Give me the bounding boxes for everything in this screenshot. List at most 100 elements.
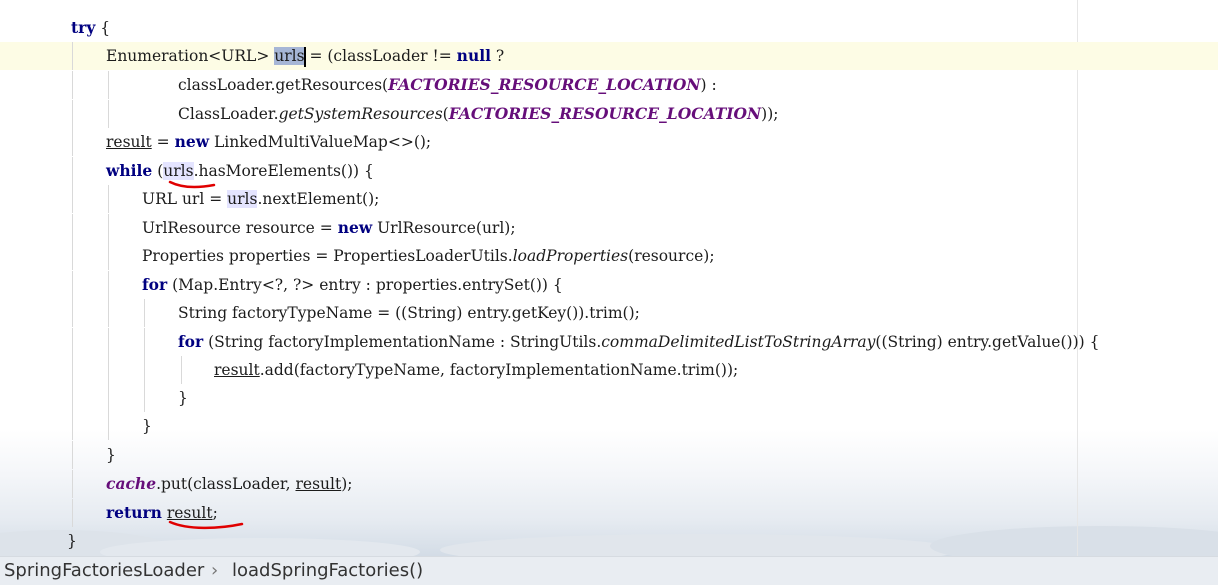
code-text: } [178,389,188,407]
indent-guide [72,128,73,156]
code-line-12[interactable]: for (String factoryImplementationName : … [0,328,1218,356]
code-text: .hasMoreElements()) { [193,162,374,180]
code-text: ? [491,47,505,65]
breadcrumb-separator-icon: › [211,560,219,581]
constant: FACTORIES_RESOURCE_LOCATION [448,104,762,123]
keyword: try [71,18,96,37]
indent-guide [72,412,73,440]
indent-guide [108,412,109,440]
reassigned-variable: result [295,475,342,493]
code-text: UrlResource(url); [372,219,516,237]
static-method: getSystemResources [278,105,443,123]
indent-guide [108,384,109,412]
code-line-5[interactable]: result = new LinkedMultiValueMap<>(); [0,128,1218,156]
indent-guide [108,185,109,213]
code-editor[interactable]: try { Enumeration<URL> urls = (classLoad… [0,0,1218,556]
code-line-17[interactable]: cache.put(classLoader, result); [0,470,1218,498]
code-text: ); [341,475,353,493]
code-line-11[interactable]: String factoryTypeName = ((String) entry… [0,299,1218,327]
static-field: cache [106,474,157,493]
code-text: )); [761,105,779,123]
indent-guide [108,271,109,299]
indent-guide [181,356,182,384]
indent-guide [72,299,73,327]
keyword: return [106,503,162,522]
code-text: .put(classLoader, [156,475,296,493]
static-method: loadProperties [512,247,629,265]
keyword: null [456,46,491,65]
code-text: = [151,133,175,151]
code-text: ClassLoader. [178,105,279,123]
code-line-4[interactable]: ClassLoader.getSystemResources(FACTORIES… [0,100,1218,128]
indent-guide [108,100,109,128]
code-text: ( [152,162,164,180]
code-text: } [106,446,116,464]
breadcrumb-class[interactable]: SpringFactoriesLoader [4,557,204,585]
keyword: new [174,132,210,151]
code-text: { [95,19,111,37]
code-line-15[interactable]: } [0,412,1218,440]
keyword: for [142,275,168,294]
indent-guide [72,214,73,242]
constant: FACTORIES_RESOURCE_LOCATION [388,75,701,94]
code-line-9[interactable]: Properties properties = PropertiesLoader… [0,242,1218,270]
code-line-8[interactable]: UrlResource resource = new UrlResource(u… [0,214,1218,242]
code-line-2-current[interactable]: Enumeration<URL> urls = (classLoader != … [0,42,1218,70]
indent-guide [108,242,109,270]
indent-guide [108,356,109,384]
indent-guide [108,214,109,242]
indent-guide [144,384,145,412]
keyword: while [106,161,153,180]
code-text: String factoryTypeName = ((String) entry… [178,304,640,322]
red-underline-annotation-urls [168,180,216,189]
code-text: ((String) entry.getValue())) { [875,333,1100,351]
code-text: .add(factoryTypeName, factoryImplementat… [259,361,739,379]
indent-guide [72,71,73,99]
code-text: (Map.Entry<?, ?> entry : properties.entr… [167,276,563,294]
code-text: } [142,417,152,435]
indent-guide [72,100,73,128]
code-text: URL url = [142,190,228,208]
highlighted-usage[interactable]: urls [227,190,258,208]
indent-guide [72,328,73,356]
code-line-10[interactable]: for (Map.Entry<?, ?> entry : properties.… [0,271,1218,299]
red-underline-annotation-result [168,520,244,530]
indent-guide [72,42,73,70]
indent-guide [72,441,73,469]
code-text: UrlResource resource = [142,219,338,237]
indent-guide [108,71,109,99]
code-text: (String factoryImplementationName : Stri… [203,333,602,351]
indent-guide [108,328,109,356]
keyword: new [337,218,373,237]
indent-guide [72,499,73,527]
indent-guide [144,356,145,384]
code-text: classLoader.getResources( [178,76,389,94]
indent-guide [72,384,73,412]
indent-guide [72,185,73,213]
code-text: .nextElement(); [257,190,380,208]
code-text: Enumeration<URL> [106,47,275,65]
code-line-14[interactable]: } [0,384,1218,412]
indent-guide [144,328,145,356]
code-text: ) : [700,76,717,94]
code-line-1[interactable]: try { [0,14,1218,42]
keyword: for [178,332,204,351]
indent-guide [72,242,73,270]
indent-guide [72,356,73,384]
code-line-3[interactable]: classLoader.getResources(FACTORIES_RESOU… [0,71,1218,99]
code-line-16[interactable]: } [0,441,1218,469]
selected-identifier[interactable]: urls [274,47,305,65]
indent-guide [72,271,73,299]
indent-guide [108,299,109,327]
indent-guide [72,157,73,185]
code-text: (resource); [628,247,715,265]
indent-guide [72,470,73,498]
code-line-13[interactable]: result.add(factoryTypeName, factoryImple… [0,356,1218,384]
breadcrumb: SpringFactoriesLoader › loadSpringFactor… [0,556,1218,585]
reassigned-variable: result [214,361,260,379]
code-text: = (classLoader != [304,47,457,65]
code-text: Properties properties = PropertiesLoader… [142,247,513,265]
reassigned-variable: result [106,133,152,151]
code-text: LinkedMultiValueMap<>(); [209,133,432,151]
breadcrumb-method[interactable]: loadSpringFactories() [232,557,423,585]
